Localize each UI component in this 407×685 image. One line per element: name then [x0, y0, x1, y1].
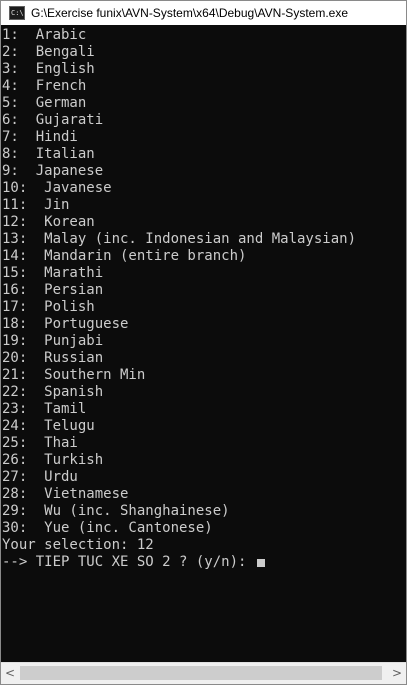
console-line: 5: German — [2, 95, 87, 111]
console-line: 3: English — [2, 61, 95, 77]
scroll-right-arrow-icon[interactable]: > — [388, 663, 406, 684]
console-line: 23: Tamil — [2, 401, 87, 417]
window-title: G:\Exercise funix\AVN-System\x64\Debug\A… — [31, 6, 348, 20]
console-line: 2: Bengali — [2, 44, 95, 60]
console-line: 12: Korean — [2, 214, 95, 230]
console-line: 25: Thai — [2, 435, 78, 451]
horizontal-scrollbar[interactable]: < > — [1, 662, 406, 684]
scrollbar-thumb[interactable] — [20, 666, 382, 680]
console-line: 21: Southern Min — [2, 367, 146, 383]
console-prompt: --> TIEP TUC XE SO 2 ? (y/n): — [2, 554, 255, 570]
console-line: 1: Arabic — [2, 27, 87, 43]
console-line: 8: Italian — [2, 146, 95, 162]
console-line: 15: Marathi — [2, 265, 104, 281]
console-line: 22: Spanish — [2, 384, 104, 400]
console-line: 10: Javanese — [2, 180, 112, 196]
console-line: 26: Turkish — [2, 452, 104, 468]
scroll-left-arrow-icon[interactable]: < — [1, 663, 19, 684]
console-line: Your selection: 12 — [2, 537, 154, 553]
console-line: 29: Wu (inc. Shanghainese) — [2, 503, 230, 519]
console-prompt-line[interactable]: --> TIEP TUC XE SO 2 ? (y/n): — [2, 554, 406, 571]
console-line: 24: Telugu — [2, 418, 95, 434]
console-line: 27: Urdu — [2, 469, 78, 485]
console-line: 16: Persian — [2, 282, 104, 298]
console-line: 17: Polish — [2, 299, 95, 315]
console-line: 7: Hindi — [2, 129, 78, 145]
console-line: 18: Portuguese — [2, 316, 129, 332]
console-line: 13: Malay (inc. Indonesian and Malaysian… — [2, 231, 357, 247]
console-line: 11: Jin — [2, 197, 70, 213]
console-line: 30: Yue (inc. Cantonese) — [2, 520, 213, 536]
console-window: C:\ G:\Exercise funix\AVN-System\x64\Deb… — [0, 0, 407, 685]
console-line: 4: French — [2, 78, 87, 94]
text-cursor — [256, 559, 265, 567]
console-line: 14: Mandarin (entire branch) — [2, 248, 247, 264]
console-line: 9: Japanese — [2, 163, 104, 179]
title-bar[interactable]: C:\ G:\Exercise funix\AVN-System\x64\Deb… — [1, 1, 406, 25]
console-line: 6: Gujarati — [2, 112, 104, 128]
console-app-icon[interactable]: C:\ — [9, 6, 25, 20]
console-line: 20: Russian — [2, 350, 104, 366]
console-line: 28: Vietnamese — [2, 486, 129, 502]
console-output[interactable]: 1: Arabic 2: Bengali 3: English 4: French 5:… — [1, 26, 406, 662]
console-line: 19: Punjabi — [2, 333, 104, 349]
